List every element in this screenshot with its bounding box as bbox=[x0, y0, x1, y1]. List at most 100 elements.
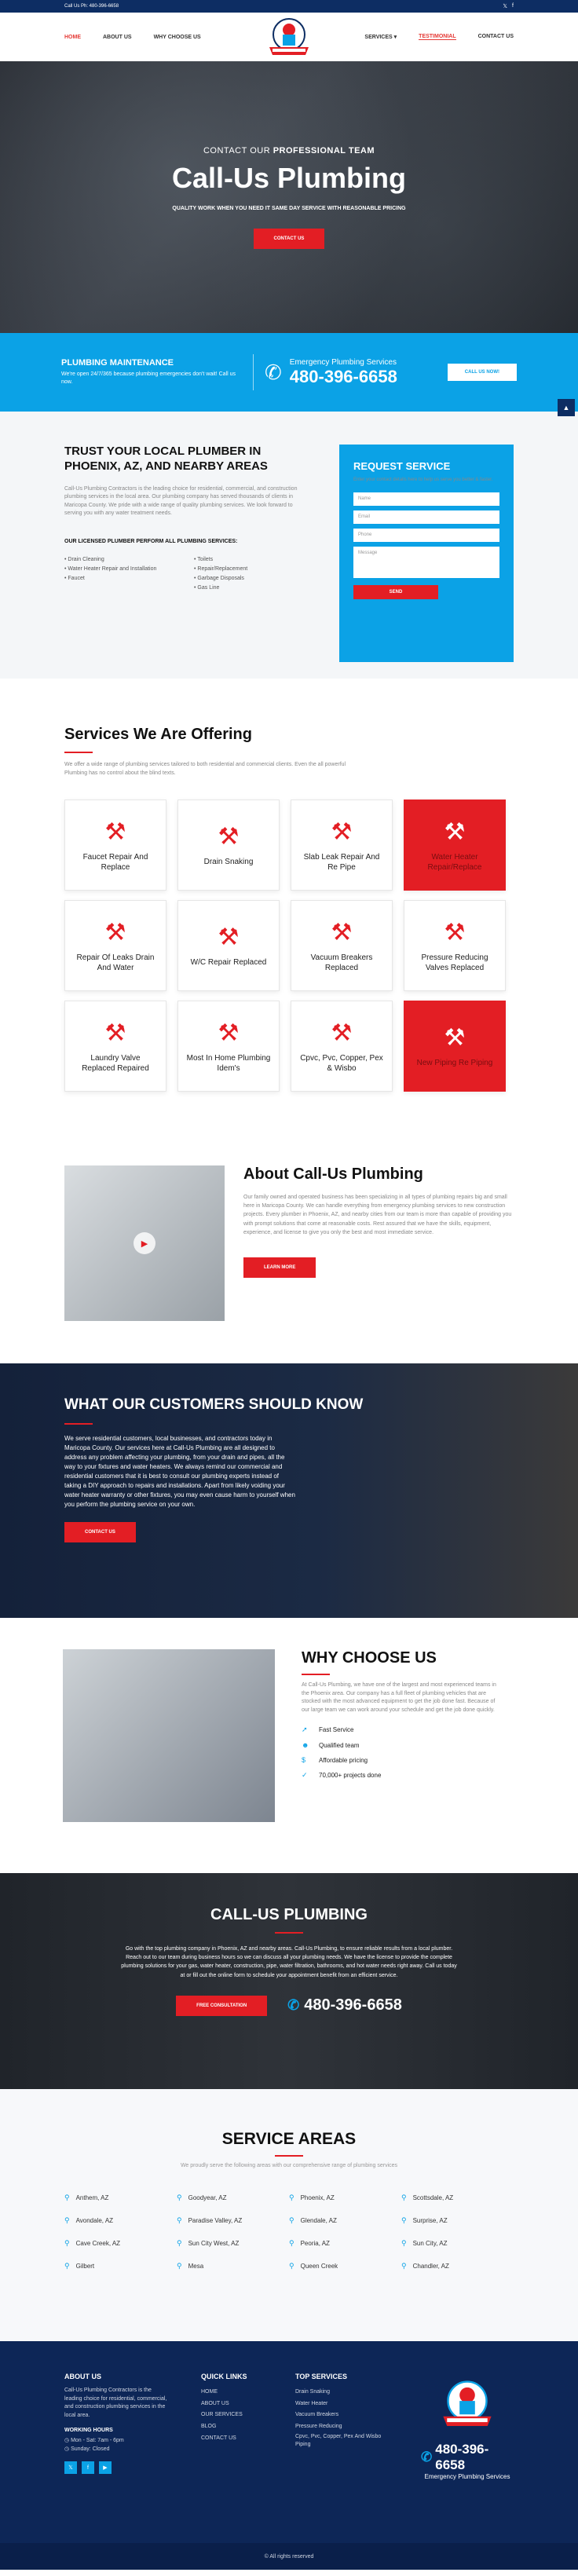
youtube-icon[interactable]: ▶ bbox=[99, 2461, 112, 2475]
footer-link[interactable]: ABOUT US bbox=[201, 2399, 264, 2410]
wrench-icon: ⚒ bbox=[218, 1019, 240, 1046]
callus-phone[interactable]: ✆ 480-396-6658 bbox=[287, 1996, 402, 2014]
facebook-icon[interactable]: f bbox=[512, 3, 514, 9]
send-button[interactable]: SEND bbox=[353, 585, 438, 600]
customers-contact-button[interactable]: CONTACT US bbox=[64, 1521, 136, 1542]
nav-contact[interactable]: CONTACT US bbox=[478, 34, 514, 40]
phone-field[interactable]: Phone bbox=[353, 529, 499, 543]
area-item: ⚲ Glendale, AZ bbox=[289, 2216, 337, 2224]
area-item: ⚲ Sun City, AZ bbox=[401, 2239, 448, 2247]
divider bbox=[64, 752, 93, 753]
service-card[interactable]: ⚒ Drain Snaking bbox=[177, 800, 280, 891]
map-pin-icon: ⚲ bbox=[177, 2239, 182, 2247]
area-item: ⚲ Peoria, AZ bbox=[289, 2239, 330, 2247]
topbar-contact: Call Us Ph: 480-396-6658 bbox=[64, 4, 119, 9]
callus-section: CALL-US PLUMBING Go with the top plumbin… bbox=[0, 1873, 578, 2089]
nav-services[interactable]: SERVICES ▾ bbox=[364, 34, 397, 40]
services-lead: We offer a wide range of plumbing servic… bbox=[64, 762, 346, 776]
about-video[interactable]: ▶ bbox=[64, 1165, 225, 1321]
map-pin-icon: ⚲ bbox=[401, 2216, 407, 2224]
service-label: Most In Home Plumbing Idem's bbox=[186, 1053, 271, 1073]
map-pin-icon: ⚲ bbox=[289, 2262, 294, 2270]
list-item: ➚ Fast Service bbox=[302, 1725, 354, 1733]
twitter-icon[interactable]: 𝕏 bbox=[64, 2461, 77, 2475]
services-title: Services We Are Offering bbox=[64, 726, 252, 743]
learn-more-button[interactable]: LEARN MORE bbox=[243, 1257, 316, 1278]
customers-text: We serve residential customers, local bu… bbox=[64, 1434, 295, 1508]
phone-icon: ✆ bbox=[287, 1997, 300, 2014]
areas-text: We proudly serve the following areas wit… bbox=[180, 2163, 398, 2168]
facebook-icon[interactable]: f bbox=[82, 2461, 94, 2475]
list-item: Toilets bbox=[194, 557, 308, 562]
phone-number[interactable]: 480-396-6658 bbox=[290, 367, 397, 386]
call-now-button[interactable]: CALL US NOW! bbox=[447, 364, 517, 381]
service-card[interactable]: ⚒ Laundry Valve Replaced Repaired bbox=[64, 1001, 166, 1092]
service-card[interactable]: ⚒ Cpvc, Pvc, Copper, Pex & Wisbo bbox=[291, 1001, 393, 1092]
map-pin-icon: ⚲ bbox=[289, 2216, 294, 2224]
wrench-icon: ⚒ bbox=[331, 818, 353, 845]
service-label: Slab Leak Repair And Re Pipe bbox=[303, 852, 380, 872]
nav-home[interactable]: HOME bbox=[64, 35, 81, 40]
wrench-icon: ⚒ bbox=[331, 919, 353, 946]
service-card[interactable]: ⚒ Vacuum Breakers Replaced bbox=[291, 900, 393, 991]
wrench-icon: ⚒ bbox=[444, 1025, 466, 1051]
nav-why[interactable]: WHY CHOOSE US bbox=[154, 35, 201, 40]
divider bbox=[253, 354, 254, 390]
service-card[interactable]: ⚒ Most In Home Plumbing Idem's bbox=[177, 1001, 280, 1092]
hero-subtitle: QUALITY WORK WHEN YOU NEED IT SAME DAY S… bbox=[172, 205, 406, 211]
free-consultation-button[interactable]: FREE CONSULTATION bbox=[176, 1995, 268, 2016]
team-icon: ☻ bbox=[302, 1741, 309, 1749]
area-item: ⚲ Phoenix, AZ bbox=[289, 2194, 335, 2201]
footer-logo[interactable] bbox=[437, 2373, 497, 2437]
hero-contact-button[interactable]: CONTACT US bbox=[253, 228, 325, 249]
service-card[interactable]: ⚒ Water Heater Repair/Replace bbox=[404, 800, 506, 891]
about-title: About Call-Us Plumbing bbox=[243, 1165, 423, 1183]
service-card[interactable]: ⚒ W/C Repair Replaced bbox=[177, 900, 280, 991]
scroll-up-icon[interactable]: ▲ bbox=[558, 399, 575, 416]
list-item: $ Affordable pricing bbox=[302, 1756, 368, 1764]
topbar-social: 𝕏 f bbox=[503, 3, 514, 9]
footer-link[interactable]: OUR SERVICES bbox=[201, 2410, 264, 2421]
message-field[interactable]: Message bbox=[353, 547, 499, 579]
footer-link[interactable]: BLOG bbox=[201, 2421, 264, 2433]
footer-phone[interactable]: ✆ 480-396-6658 bbox=[421, 2442, 514, 2473]
hours-title: WORKING HOURS bbox=[64, 2428, 113, 2433]
footer-link[interactable]: HOME bbox=[201, 2387, 264, 2399]
map-pin-icon: ⚲ bbox=[64, 2194, 70, 2201]
trust-text: Call-Us Plumbing Contractors is the lead… bbox=[64, 485, 298, 517]
service-card[interactable]: ⚒ Pressure Reducing Valves Replaced bbox=[404, 900, 506, 991]
rocket-icon: ➚ bbox=[302, 1725, 308, 1733]
service-card[interactable]: ⚒ New Piping Re Piping bbox=[404, 1001, 506, 1092]
play-icon[interactable]: ▶ bbox=[134, 1232, 155, 1254]
twitter-icon[interactable]: 𝕏 bbox=[503, 3, 507, 9]
service-label: Faucet Repair And Replace bbox=[82, 852, 148, 872]
footer-link[interactable]: Cpvc, Pvc, Copper, Pex And Wisbo Piping bbox=[295, 2433, 390, 2449]
footer-link[interactable]: Drain Snaking bbox=[295, 2387, 390, 2399]
footer-link[interactable]: CONTACT US bbox=[201, 2433, 264, 2445]
areas-grid: ⚲ Anthem, AZ ⚲ Goodyear, AZ ⚲ Phoenix, AZ ⚲ Sco… bbox=[64, 2194, 514, 2270]
divider bbox=[275, 1932, 303, 1934]
request-text: Enter your contact details here to help … bbox=[353, 478, 493, 482]
name-field[interactable]: Name bbox=[353, 492, 499, 507]
phone-icon: ✆ bbox=[265, 360, 282, 384]
footer-link[interactable]: Water Heater bbox=[295, 2399, 390, 2410]
service-card[interactable]: ⚒ Slab Leak Repair And Re Pipe bbox=[291, 800, 393, 891]
footer-link[interactable]: Pressure Reducing bbox=[295, 2421, 390, 2433]
footer-about-text: Call-Us Plumbing Contractors is the lead… bbox=[64, 2388, 167, 2418]
customers-title: WHAT OUR CUSTOMERS SHOULD KNOW bbox=[64, 1396, 364, 1413]
hero-pretitle: CONTACT OUR PROFESSIONAL TEAM bbox=[203, 145, 375, 156]
map-pin-icon: ⚲ bbox=[177, 2194, 182, 2201]
wrench-icon: ⚒ bbox=[218, 824, 240, 850]
nav-about[interactable]: ABOUT US bbox=[103, 35, 132, 40]
service-card[interactable]: ⚒ Repair Of Leaks Drain And Water bbox=[64, 900, 166, 991]
map-pin-icon: ⚲ bbox=[64, 2216, 70, 2224]
service-card[interactable]: ⚒ Faucet Repair And Replace bbox=[64, 800, 166, 891]
maintenance-title: PLUMBING MAINTENANCE bbox=[61, 358, 174, 368]
email-field[interactable]: Email bbox=[353, 510, 499, 525]
map-pin-icon: ⚲ bbox=[401, 2262, 407, 2270]
nav-left: HOME ABOUT US WHY CHOOSE US bbox=[64, 35, 201, 40]
footer-link[interactable]: Vacuum Breakers bbox=[295, 2410, 390, 2421]
logo[interactable] bbox=[265, 16, 313, 60]
nav-testimonial[interactable]: TESTIMONIAL bbox=[419, 34, 456, 40]
map-pin-icon: ⚲ bbox=[64, 2262, 70, 2270]
